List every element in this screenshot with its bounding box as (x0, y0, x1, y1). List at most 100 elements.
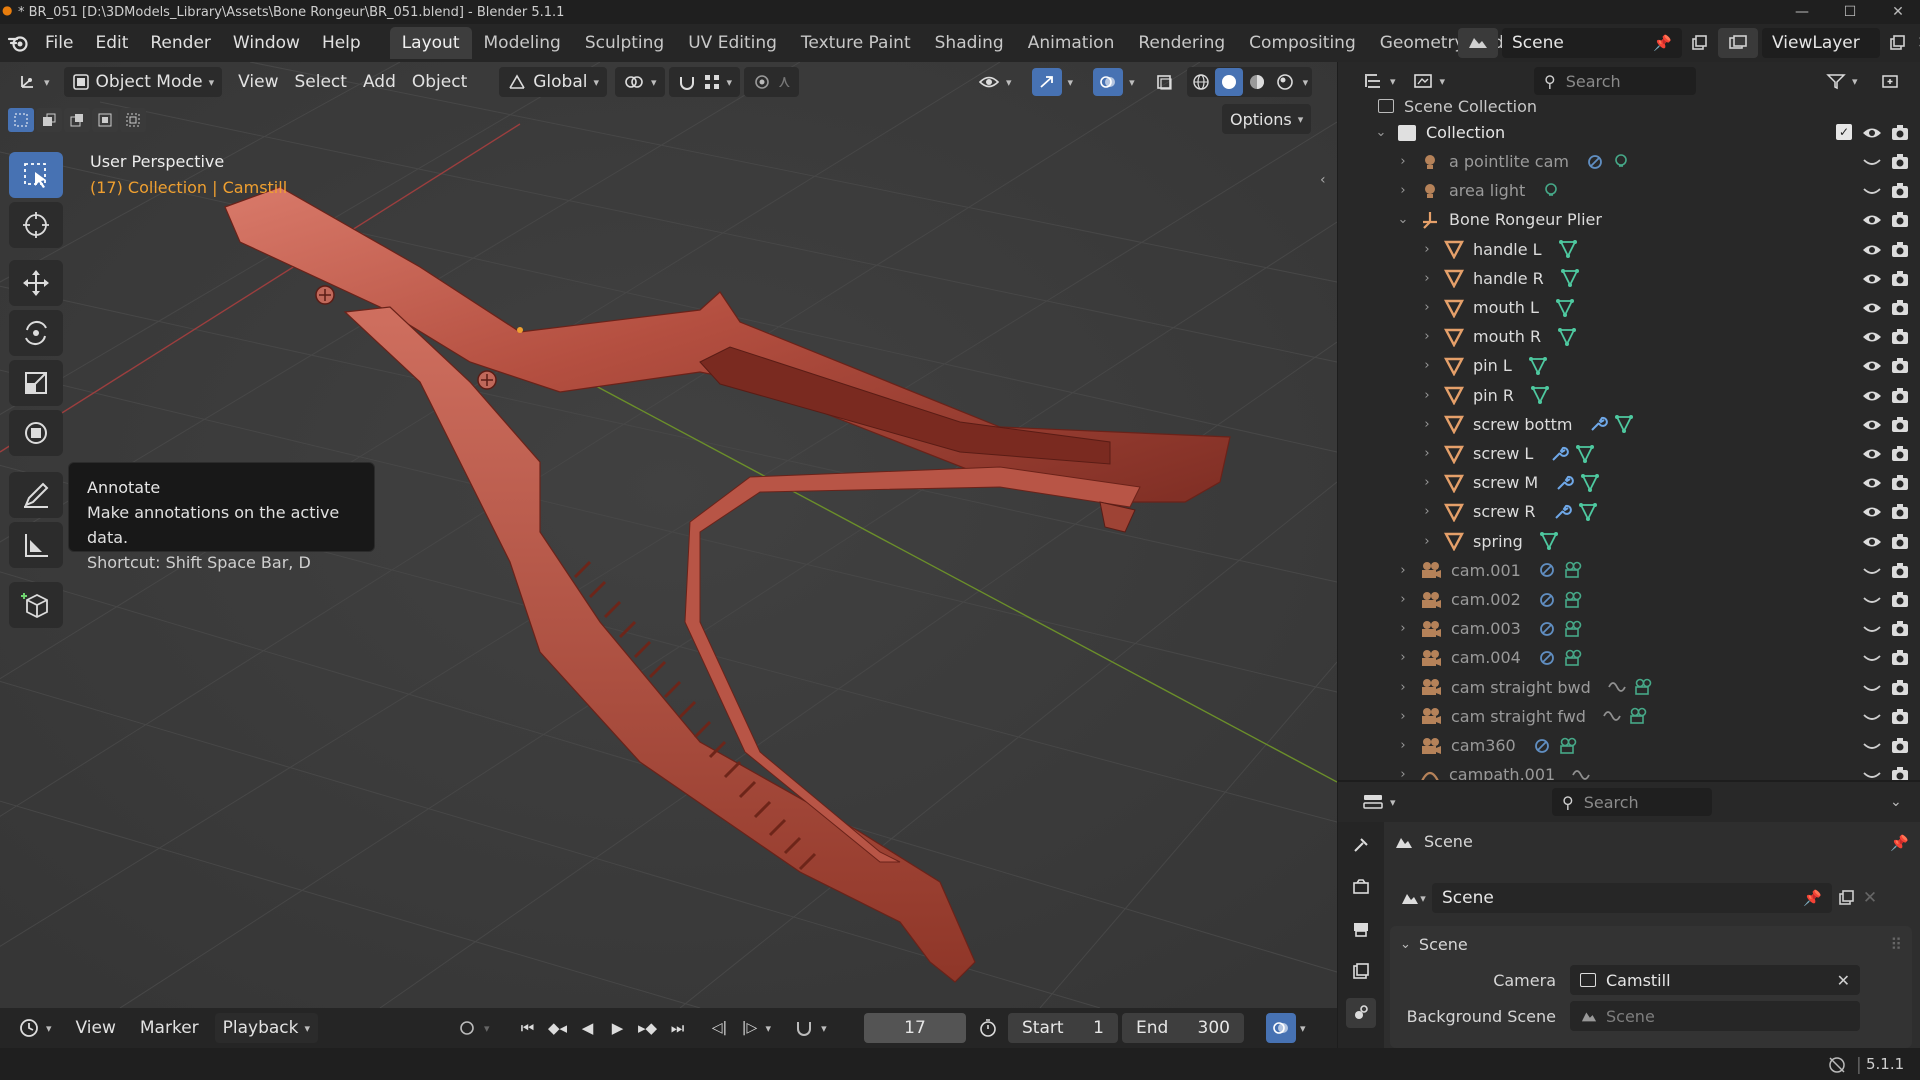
chevron-right-icon[interactable]: › (1394, 621, 1412, 636)
properties-search-input[interactable]: ⚲ Search (1552, 788, 1712, 816)
eye-icon[interactable] (1862, 473, 1882, 493)
eye-icon[interactable] (1862, 240, 1882, 260)
timeline-editor-type-button[interactable]: ▾ (10, 1013, 60, 1043)
measure-tool[interactable] (9, 522, 63, 568)
prev-marker-icon[interactable]: ◁| (706, 1013, 734, 1043)
chevron-right-icon[interactable]: › (1394, 767, 1412, 780)
chevron-down-icon[interactable]: ⌄ (1394, 212, 1412, 227)
object-mode-dropdown[interactable]: Object Mode ▾ (63, 67, 223, 97)
properties-editor-type-button[interactable]: ▾ (1354, 787, 1404, 817)
outliner-row-area-light[interactable]: › area light (1338, 176, 1920, 205)
outliner-editor-type-button[interactable]: ▾ (1354, 66, 1404, 96)
camera-render-icon[interactable] (1890, 269, 1910, 289)
add-cube-tool[interactable] (9, 582, 63, 628)
menu-file[interactable]: File (34, 28, 84, 58)
pivot-point-dropdown[interactable]: ▾ (615, 67, 665, 97)
eye-icon[interactable] (1862, 327, 1882, 347)
chevron-down-icon[interactable]: ⌄ (1400, 937, 1411, 952)
outliner-row-screw-bottm[interactable]: › screw bottm (1338, 410, 1920, 439)
select-invert-icon[interactable] (92, 108, 118, 132)
select-new-icon[interactable] (8, 108, 34, 132)
cursor-tool[interactable] (9, 202, 63, 248)
camera-render-icon[interactable] (1890, 619, 1910, 639)
camera-render-icon[interactable] (1890, 561, 1910, 581)
timeline-menu-marker[interactable]: Marker (132, 1013, 207, 1043)
camera-render-icon[interactable] (1890, 386, 1910, 406)
sidebar-toggle-icon[interactable]: ‹ (1320, 172, 1326, 188)
outliner-search-input[interactable]: ⚲ Search (1534, 67, 1696, 95)
camera-render-icon[interactable] (1890, 444, 1910, 464)
outliner-row-cam-straight-fwd[interactable]: › cam straight fwd (1338, 702, 1920, 731)
camera-render-icon[interactable] (1890, 356, 1910, 376)
workspace-tab-shading[interactable]: Shading (923, 27, 1016, 59)
overlays-toggle-button[interactable]: ▾ (1085, 67, 1143, 97)
chevron-right-icon[interactable]: › (1418, 358, 1436, 373)
chevron-right-icon[interactable]: › (1418, 242, 1436, 257)
editor-type-button[interactable]: ▾ (8, 67, 58, 97)
filter-dropdown[interactable]: ▾ (1818, 66, 1866, 96)
camera-render-icon[interactable] (1890, 590, 1910, 610)
blender-logo-icon[interactable] (2, 28, 34, 58)
falloff-icon[interactable]: ⋏ (778, 72, 790, 92)
view-layer-selector-icon[interactable] (1718, 28, 1758, 58)
camera-render-icon[interactable] (1890, 648, 1910, 668)
outliner-row-cam360[interactable]: › cam360 (1338, 731, 1920, 760)
jump-next-keyframe-icon[interactable]: ▸◆ (634, 1013, 662, 1043)
gizmo-toggle-button[interactable]: ▾ (1024, 67, 1082, 97)
outliner-row-screw-m[interactable]: › screw M (1338, 468, 1920, 497)
chevron-right-icon[interactable]: › (1394, 592, 1412, 607)
eye-closed-icon[interactable] (1862, 678, 1882, 698)
close-icon[interactable]: ✕ (1876, 0, 1920, 24)
keying-options-icon[interactable]: ▾ (484, 1022, 490, 1035)
auto-keying-icon[interactable] (452, 1013, 482, 1043)
chevron-right-icon[interactable]: › (1418, 388, 1436, 403)
start-frame-field[interactable]: Start 1 (1008, 1013, 1118, 1043)
chevron-down-icon[interactable]: ⌄ (1890, 794, 1902, 810)
outliner-row-screw-l[interactable]: › screw L (1338, 439, 1920, 468)
network-offline-icon[interactable] (1826, 1055, 1848, 1075)
chevron-right-icon[interactable]: › (1394, 154, 1412, 169)
menu-window[interactable]: Window (222, 28, 311, 58)
chevron-right-icon[interactable]: › (1394, 738, 1412, 753)
chevron-right-icon[interactable]: › (1394, 183, 1412, 198)
menu-view[interactable]: View (230, 67, 286, 97)
view-layer-tab-icon[interactable] (1346, 956, 1376, 986)
wireframe-shading-icon[interactable] (1187, 68, 1215, 96)
snapping-options-icon[interactable]: ▾ (821, 1022, 827, 1035)
eye-closed-icon[interactable] (1862, 152, 1882, 172)
chevron-right-icon[interactable]: › (1418, 504, 1436, 519)
camera-render-icon[interactable] (1890, 502, 1910, 522)
camera-render-icon[interactable] (1890, 707, 1910, 727)
eye-icon[interactable] (1862, 415, 1882, 435)
object-types-visibility-button[interactable]: ▾ (970, 67, 1020, 97)
outliner-row-screw-r[interactable]: › screw R (1338, 497, 1920, 526)
outliner-row-scene-collection[interactable]: Scene Collection (1338, 94, 1920, 118)
solid-shading-icon[interactable] (1214, 68, 1243, 96)
transform-tool[interactable] (9, 410, 63, 456)
camera-render-icon[interactable] (1890, 123, 1910, 143)
workspace-tab-layout[interactable]: Layout (389, 27, 472, 59)
eye-icon[interactable] (1862, 532, 1882, 552)
pin-icon[interactable]: 📌 (1653, 34, 1672, 52)
outliner-row-a-pointlite-cam[interactable]: › a pointlite cam (1338, 147, 1920, 176)
playback-dropdown[interactable]: Playback ▾ (214, 1013, 319, 1043)
timeline-view-toggle-icon[interactable] (1266, 1013, 1296, 1043)
outliner-row-cam-004[interactable]: › cam.004 (1338, 643, 1920, 672)
xray-toggle-button[interactable] (1147, 67, 1183, 97)
new-collection-icon[interactable] (1876, 67, 1904, 95)
eye-icon[interactable] (1862, 502, 1882, 522)
end-frame-field[interactable]: End 300 (1122, 1013, 1244, 1043)
jump-end-icon[interactable]: ⏭ (664, 1013, 692, 1043)
marker-options-icon[interactable]: ▾ (766, 1022, 772, 1035)
eye-closed-icon[interactable] (1862, 619, 1882, 639)
proportional-editing-button[interactable]: ⋏ (744, 67, 799, 97)
workspace-tab-uv-editing[interactable]: UV Editing (676, 27, 789, 59)
camera-render-icon[interactable] (1890, 240, 1910, 260)
outliner-row-campath-001[interactable]: › campath.001 (1338, 760, 1920, 780)
outliner-row-cam-001[interactable]: › cam.001 (1338, 556, 1920, 585)
eye-closed-icon[interactable] (1862, 561, 1882, 581)
workspace-tab-modeling[interactable]: Modeling (472, 27, 573, 59)
render-tab-icon[interactable] (1346, 872, 1376, 902)
outliner-row-handle-r[interactable]: › handle R (1338, 264, 1920, 293)
camera-render-icon[interactable] (1890, 415, 1910, 435)
